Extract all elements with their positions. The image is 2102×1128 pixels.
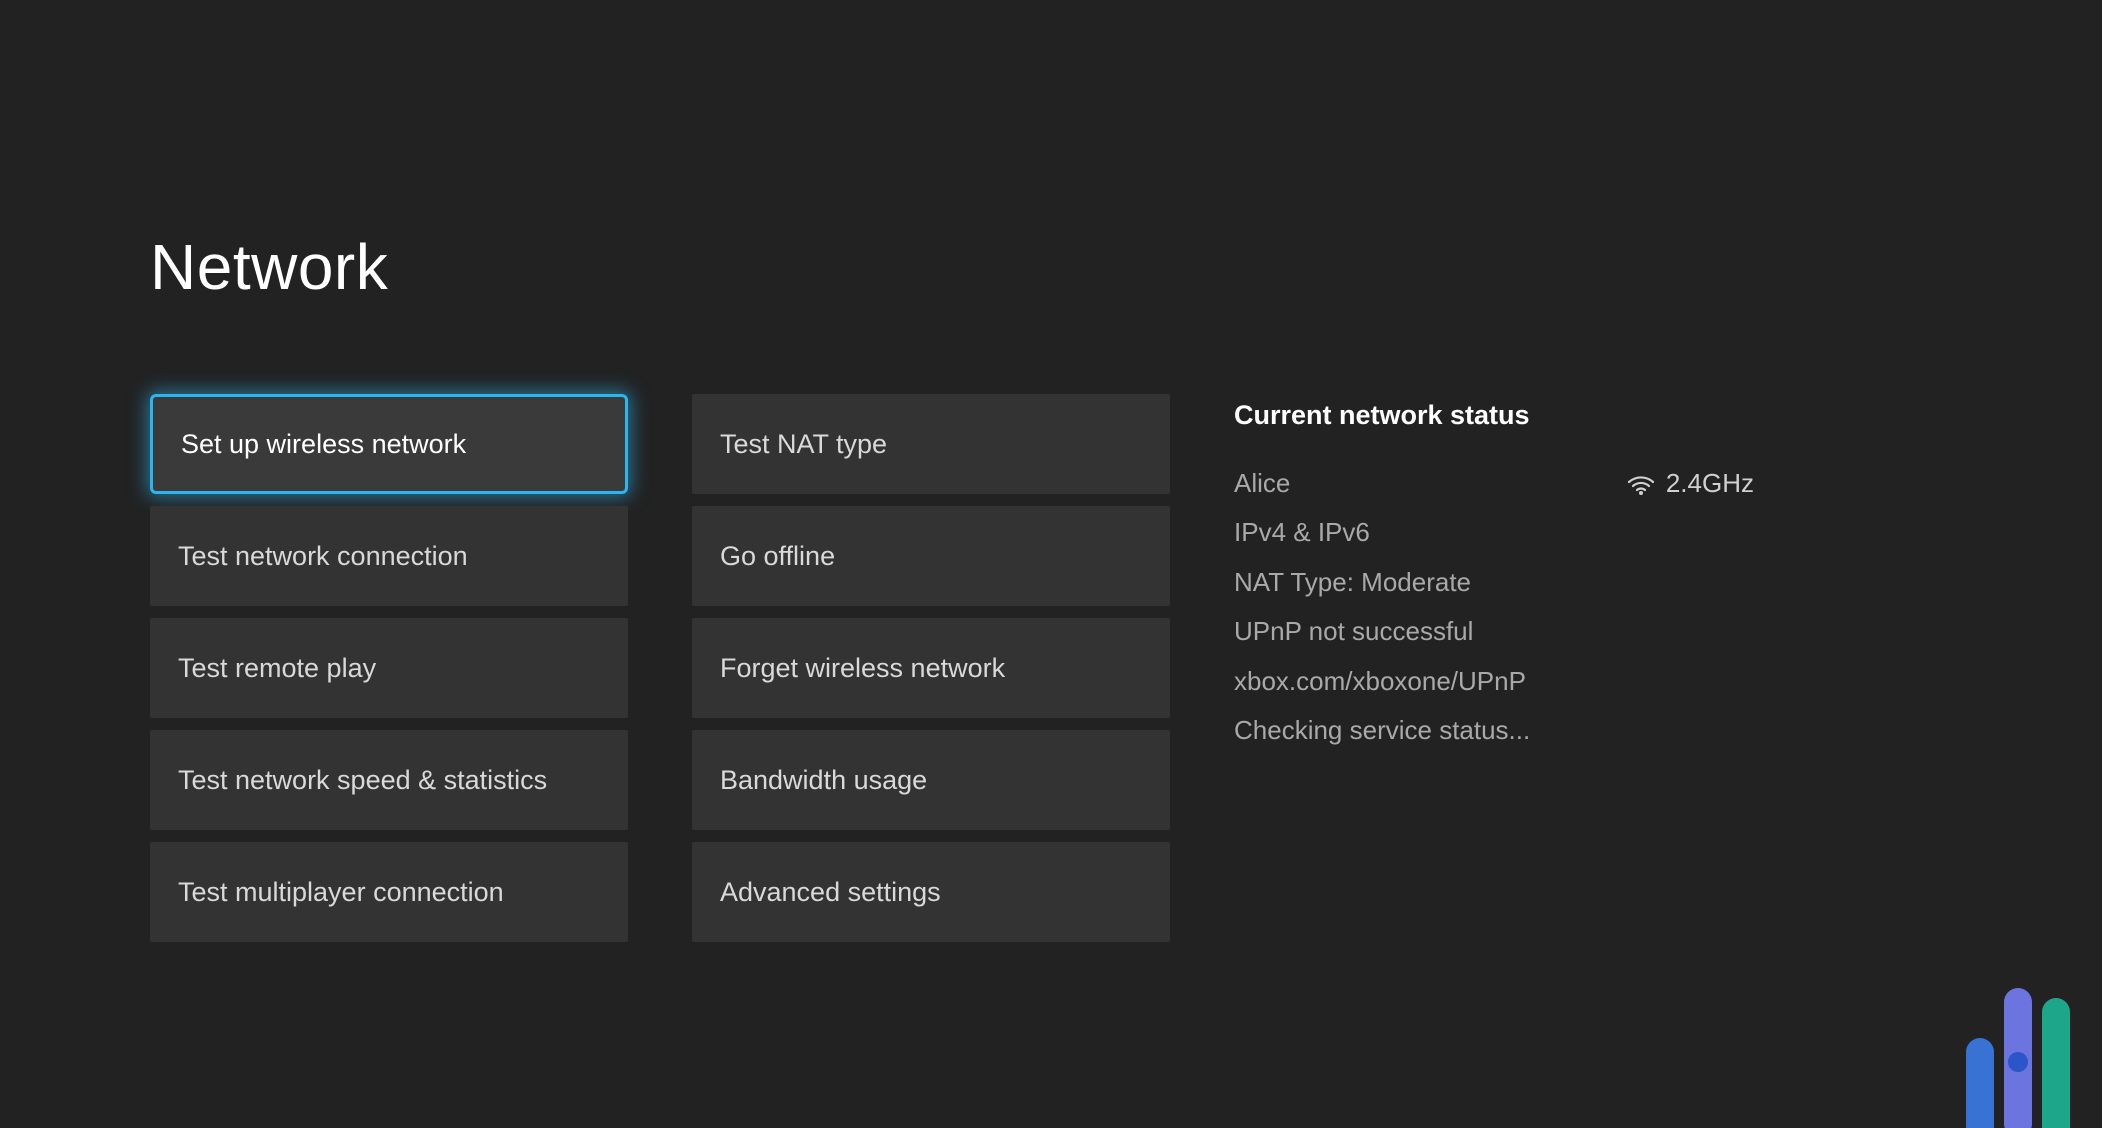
tile-label: Test network speed & statistics — [178, 765, 547, 796]
tile-label: Test network connection — [178, 541, 468, 572]
logo-dot — [2008, 1052, 2028, 1072]
status-heading: Current network status — [1234, 400, 1754, 431]
logo-bar-3 — [2042, 998, 2070, 1128]
tile-label: Test remote play — [178, 653, 376, 684]
tile-setup-wireless[interactable]: Set up wireless network — [150, 394, 628, 494]
tile-label: Test multiplayer connection — [178, 877, 504, 908]
tile-label: Set up wireless network — [181, 429, 466, 460]
page-title: Network — [150, 230, 2102, 304]
status-ssid: Alice — [1234, 459, 1290, 508]
options-column-right: Test NAT type Go offline Forget wireless… — [692, 394, 1170, 942]
tile-test-multiplayer-connection[interactable]: Test multiplayer connection — [150, 842, 628, 942]
tile-forget-wireless-network[interactable]: Forget wireless network — [692, 618, 1170, 718]
status-line-nat: NAT Type: Moderate — [1234, 558, 1754, 607]
status-line-upnp-url: xbox.com/xboxone/UPnP — [1234, 657, 1754, 706]
tile-label: Forget wireless network — [720, 653, 1005, 684]
status-band-label: 2.4GHz — [1666, 459, 1754, 508]
tile-label: Bandwidth usage — [720, 765, 927, 796]
options-column-left: Set up wireless network Test network con… — [150, 394, 628, 942]
tile-label: Advanced settings — [720, 877, 941, 908]
status-line-ip: IPv4 & IPv6 — [1234, 508, 1754, 557]
tile-label: Go offline — [720, 541, 835, 572]
logo-bar-1 — [1966, 1038, 1994, 1128]
tile-test-network-connection[interactable]: Test network connection — [150, 506, 628, 606]
status-wifi-band: 2.4GHz — [1626, 459, 1754, 508]
content-columns: Set up wireless network Test network con… — [150, 394, 2102, 942]
tile-advanced-settings[interactable]: Advanced settings — [692, 842, 1170, 942]
tile-label: Test NAT type — [720, 429, 887, 460]
tile-test-remote-play[interactable]: Test remote play — [150, 618, 628, 718]
tile-go-offline[interactable]: Go offline — [692, 506, 1170, 606]
status-line-service: Checking service status... — [1234, 706, 1754, 755]
tile-test-speed-statistics[interactable]: Test network speed & statistics — [150, 730, 628, 830]
watermark-logo — [1966, 958, 2076, 1128]
tile-test-nat-type[interactable]: Test NAT type — [692, 394, 1170, 494]
status-line-upnp: UPnP not successful — [1234, 607, 1754, 656]
tile-bandwidth-usage[interactable]: Bandwidth usage — [692, 730, 1170, 830]
status-panel: Current network status Alice 2.4GHz IPv4… — [1234, 394, 1754, 755]
wifi-icon — [1626, 472, 1656, 496]
